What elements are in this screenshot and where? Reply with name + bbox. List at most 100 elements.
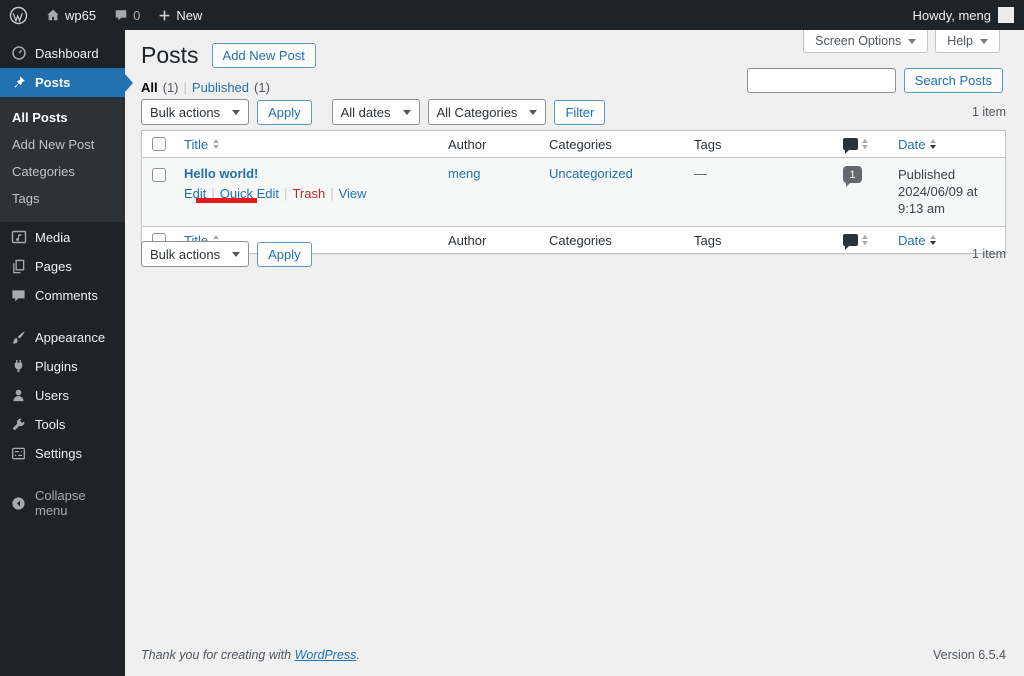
bulk-actions-select[interactable]: Bulk actions <box>141 99 250 125</box>
submenu-item-categories[interactable]: Categories <box>0 158 125 185</box>
post-date: 2024/06/09 at 9:13 am <box>898 184 978 216</box>
admin-bar-comments[interactable]: 0 <box>105 0 149 30</box>
sidebar-item-media[interactable]: Media <box>0 222 125 252</box>
tablenav-top: Bulk actions Apply All dates All Categor… <box>141 98 1006 126</box>
apply-button[interactable]: Apply <box>257 99 312 125</box>
screen-options-button[interactable]: Screen Options <box>803 30 929 53</box>
post-title-link[interactable]: Hello world! <box>184 166 258 181</box>
posts-submenu: All Posts Add New Post Categories Tags <box>0 97 125 222</box>
admin-footer: Thank you for creating with WordPress. V… <box>141 648 1006 662</box>
apply-button[interactable]: Apply <box>257 241 312 267</box>
all-dates-select[interactable]: All dates <box>331 99 420 125</box>
comments-column-header[interactable] <box>834 138 889 154</box>
sidebar-item-settings[interactable]: Settings <box>0 439 125 468</box>
howdy-account-menu[interactable]: Howdy, meng <box>912 8 991 23</box>
table-header-row: Title Author Categories Tags Date <box>142 131 1005 158</box>
item-count: 1 item <box>971 105 1006 119</box>
view-published-link[interactable]: Published <box>192 80 249 95</box>
wordpress-link[interactable]: WordPress <box>295 648 357 662</box>
add-new-post-button[interactable]: Add New Post <box>211 43 316 68</box>
chevron-down-icon <box>980 38 988 44</box>
wrench-icon <box>10 417 27 432</box>
sidebar-item-users[interactable]: Users <box>0 381 125 410</box>
plugin-icon <box>10 359 27 374</box>
submenu-item-all-posts[interactable]: All Posts <box>0 104 125 131</box>
comments-icon <box>10 288 27 303</box>
sidebar-item-collapse-menu[interactable]: Collapse menu <box>0 481 125 525</box>
sidebar-item-dashboard[interactable]: Dashboard <box>0 38 125 68</box>
views-filter-links: All (1) | Published (1) <box>141 80 270 95</box>
settings-icon <box>10 446 27 461</box>
new-content-menu[interactable]: New <box>149 0 211 30</box>
wordpress-admin-page: wp65 0 New Howdy, meng Dashboard Posts A… <box>0 0 1024 676</box>
submenu-item-add-new-post[interactable]: Add New Post <box>0 131 125 158</box>
bulk-actions-select[interactable]: Bulk actions <box>141 241 250 267</box>
user-icon <box>10 388 27 403</box>
chevron-down-icon <box>908 38 917 44</box>
sidebar-item-plugins[interactable]: Plugins <box>0 352 125 381</box>
help-button[interactable]: Help <box>935 30 1000 53</box>
sort-indicator-icon <box>930 139 937 149</box>
sidebar-item-pages[interactable]: Pages <box>0 252 125 281</box>
pushpin-icon <box>10 75 27 90</box>
sidebar-item-tools[interactable]: Tools <box>0 410 125 439</box>
filter-button[interactable]: Filter <box>554 99 606 125</box>
dashboard-icon <box>10 45 27 61</box>
author-column-header: Author <box>448 136 487 152</box>
page-header: Posts Add New Post <box>141 42 316 69</box>
annotation-underline <box>196 198 257 203</box>
tablenav-bottom: Bulk actions Apply 1 item <box>141 240 1006 268</box>
version-text: Version 6.5.4 <box>933 648 1006 662</box>
views-separator: | <box>183 80 187 95</box>
admin-bar-left: wp65 0 New <box>0 0 211 30</box>
sidebar-item-comments[interactable]: Comments <box>0 281 125 310</box>
admin-bar-right: Howdy, meng <box>912 0 1024 30</box>
sort-by-date[interactable]: Date <box>898 137 937 152</box>
item-count: 1 item <box>971 247 1006 261</box>
row-checkbox[interactable] <box>151 168 166 182</box>
post-row: Hello world! Edit | Quick Edit | Trash |… <box>142 158 1005 226</box>
sidebar-item-posts[interactable]: Posts <box>0 68 133 97</box>
comment-count-badge[interactable]: 1 <box>843 166 862 187</box>
new-label: New <box>176 7 203 23</box>
sort-by-title[interactable]: Title <box>184 137 220 152</box>
author-link[interactable]: meng <box>448 166 481 181</box>
wordpress-logo-icon[interactable] <box>0 0 37 30</box>
view-all-link[interactable]: All <box>141 80 158 95</box>
admin-bar: wp65 0 New Howdy, meng <box>0 0 1024 30</box>
posts-table: Title Author Categories Tags Date Hello … <box>141 130 1006 254</box>
media-icon <box>10 229 27 245</box>
pages-icon <box>10 259 27 274</box>
post-status: Published <box>898 167 956 182</box>
submenu-item-tags[interactable]: Tags <box>0 185 125 212</box>
site-menu[interactable]: wp65 <box>37 0 105 30</box>
screen-meta-links: Screen Options Help <box>803 30 1000 53</box>
all-categories-select[interactable]: All Categories <box>427 99 547 125</box>
trash-link[interactable]: Trash <box>292 186 325 201</box>
date-cell: Published 2024/06/09 at 9:13 am <box>889 166 1005 217</box>
avatar[interactable] <box>998 7 1014 23</box>
search-posts-button[interactable]: Search Posts <box>903 68 1003 93</box>
main-content: Screen Options Help Posts Add New Post S… <box>125 30 1024 676</box>
site-name: wp65 <box>65 7 97 23</box>
view-published-count: (1) <box>254 80 270 95</box>
sidebar-item-appearance[interactable]: Appearance <box>0 323 125 352</box>
search-input[interactable] <box>746 68 896 93</box>
view-all-count: (1) <box>162 80 179 95</box>
view-link[interactable]: View <box>339 186 367 201</box>
tags-column-header: Tags <box>694 136 722 152</box>
comment-bubble-icon <box>843 138 858 154</box>
admin-bar-comment-count: 0 <box>133 7 141 23</box>
sort-indicator-icon <box>213 139 220 149</box>
category-link[interactable]: Uncategorized <box>549 166 633 181</box>
footer-thanks-text: Thank you for creating with WordPress. <box>141 648 360 662</box>
search-box: Search Posts <box>746 68 1003 93</box>
sidebar-separator <box>0 468 125 481</box>
comment-bubble-icon <box>114 8 128 22</box>
page-title: Posts <box>141 42 199 68</box>
collapse-arrow-icon <box>10 496 27 511</box>
tags-value: — <box>694 166 707 181</box>
select-all-checkbox[interactable] <box>151 137 166 151</box>
sort-indicator-icon <box>862 139 868 149</box>
plus-icon <box>158 9 171 22</box>
